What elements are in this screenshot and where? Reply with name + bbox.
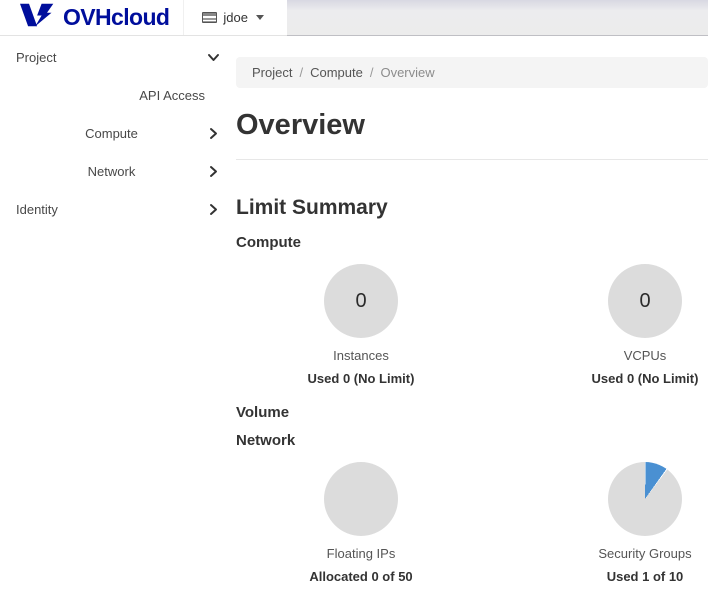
- volume-section-heading: Volume: [236, 404, 708, 421]
- sidebar-item-compute[interactable]: Compute: [0, 114, 236, 152]
- sidebar-item-identity[interactable]: Identity: [0, 190, 236, 228]
- pie-center-value: 0: [639, 290, 650, 313]
- instances-quota-chart: 0 Instances Used 0 (No Limit): [298, 264, 424, 387]
- page-title: Overview: [236, 109, 708, 141]
- sidebar-item-label: Identity: [16, 202, 207, 217]
- compute-chart-row: 0 Instances Used 0 (No Limit) 0 VCPUs Us…: [236, 264, 708, 387]
- chart-name: Floating IPs: [298, 546, 424, 561]
- chart-name: Security Groups: [582, 546, 708, 561]
- sidebar-item-project[interactable]: Project: [0, 38, 236, 76]
- sidebar: Project API Access Compute Network Ident…: [0, 36, 236, 616]
- chevron-right-icon: [207, 203, 220, 216]
- sidebar-item-api-access[interactable]: API Access: [0, 76, 236, 114]
- instances-pie-chart: 0: [324, 264, 398, 338]
- caret-down-icon: [256, 15, 264, 20]
- breadcrumb-compute[interactable]: Compute: [310, 65, 363, 80]
- sidebar-item-network[interactable]: Network: [0, 152, 236, 190]
- breadcrumb: Project / Compute / Overview: [236, 57, 708, 88]
- chart-usage: Allocated 0 of 50: [298, 569, 424, 585]
- user-card-icon: [202, 12, 217, 23]
- chevron-right-icon: [207, 165, 220, 178]
- user-name: jdoe: [223, 10, 248, 25]
- limit-summary-heading: Limit Summary: [236, 196, 708, 220]
- topbar-brand-area: OVHcloud jdoe: [0, 0, 287, 36]
- floating-ips-pie-chart: [324, 462, 398, 536]
- chart-name: VCPUs: [582, 348, 708, 363]
- chart-usage: Used 0 (No Limit): [298, 371, 424, 387]
- compute-section-heading: Compute: [236, 234, 708, 251]
- pie-center-value: 0: [355, 290, 366, 313]
- topbar-empty-area: [287, 0, 708, 36]
- vcpus-quota-chart: 0 VCPUs Used 0 (No Limit): [582, 264, 708, 387]
- user-menu[interactable]: jdoe: [202, 10, 264, 25]
- sidebar-item-label: Compute: [16, 126, 207, 141]
- sidebar-item-label: Project: [16, 50, 207, 65]
- breadcrumb-active: Overview: [380, 65, 434, 80]
- vcpus-pie-chart: 0: [608, 264, 682, 338]
- chevron-right-icon: [207, 127, 220, 140]
- chart-usage: Used 0 (No Limit): [582, 371, 708, 387]
- breadcrumb-project[interactable]: Project: [252, 65, 292, 80]
- network-chart-row: Floating IPs Allocated 0 of 50 Security …: [236, 462, 708, 585]
- chevron-down-icon: [207, 51, 220, 64]
- network-section-heading: Network: [236, 432, 708, 449]
- layout: Project API Access Compute Network Ident…: [0, 36, 708, 616]
- divider: [236, 159, 708, 160]
- breadcrumb-separator: /: [370, 65, 374, 80]
- brand-text: OVHcloud: [63, 6, 169, 29]
- brand-link[interactable]: OVHcloud: [0, 0, 184, 35]
- sidebar-item-label: API Access: [139, 88, 205, 103]
- floating-ips-quota-chart: Floating IPs Allocated 0 of 50: [298, 462, 424, 585]
- ovhcloud-logo-icon: [20, 3, 56, 33]
- topbar: OVHcloud jdoe: [0, 0, 708, 36]
- breadcrumb-separator: /: [299, 65, 303, 80]
- sidebar-item-label: Network: [16, 164, 207, 179]
- chart-usage: Used 1 of 10: [582, 569, 708, 585]
- chart-name: Instances: [298, 348, 424, 363]
- security-groups-pie-chart: [608, 462, 682, 536]
- security-groups-quota-chart: Security Groups Used 1 of 10: [582, 462, 708, 585]
- main-content: Project / Compute / Overview Overview Li…: [236, 36, 708, 616]
